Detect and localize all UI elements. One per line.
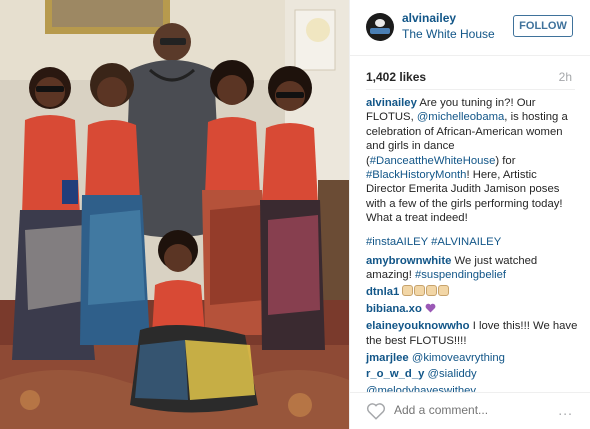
clapping-hands-icon <box>426 285 438 297</box>
hashtag-link[interactable]: #DanceattheWhiteHouse <box>370 155 496 167</box>
clapping-hands-icon <box>438 285 450 297</box>
comment-username[interactable]: dtnla1 <box>366 286 399 298</box>
clapping-hands-icon <box>414 285 426 297</box>
post-header: alvinailey The White House FOLLOW <box>350 0 590 56</box>
mention-link[interactable]: @sialiddy <box>428 368 477 380</box>
comment-username[interactable]: elaineyouknowwho <box>366 320 470 332</box>
instagram-post: alvinailey The White House FOLLOW 1,402 … <box>0 0 590 429</box>
hashtag-link[interactable]: #suspendingbelief <box>415 269 506 281</box>
comment: amybrownwhite We just watched amazing! #… <box>366 254 578 283</box>
clapping-hands-icon <box>402 285 414 297</box>
post-footer: ∙∙∙ <box>350 392 590 429</box>
mention-link[interactable]: @michelleobama <box>417 111 504 123</box>
follow-button[interactable]: FOLLOW <box>513 15 573 37</box>
comments-list: alvinailey Are you tuning in?! Our FLOTU… <box>366 96 578 401</box>
post-username[interactable]: alvinailey <box>402 11 456 25</box>
mention-link[interactable]: @kimoveavrything <box>412 352 505 364</box>
divider <box>366 89 575 90</box>
hashtags-line[interactable]: #instaAILEY #ALVINAILEY <box>366 235 578 249</box>
caption: alvinailey Are you tuning in?! Our FLOTU… <box>366 96 578 226</box>
caption-text: ) for <box>495 154 516 167</box>
purple-heart-icon <box>425 304 436 313</box>
comment: bibiana.xo <box>366 302 578 316</box>
comment-username[interactable]: amybrownwhite <box>366 255 451 267</box>
more-options-icon[interactable]: ∙∙∙ <box>558 405 573 421</box>
comment-username[interactable]: bibiana.xo <box>366 303 422 315</box>
comment-username[interactable]: r_o_w_d_y <box>366 368 424 380</box>
photo-illustration <box>0 0 349 429</box>
caption-username[interactable]: alvinailey <box>366 97 417 109</box>
likes-count[interactable]: 1,402 likes <box>366 70 426 84</box>
avatar[interactable] <box>366 13 394 41</box>
comment: elaineyouknowwho I love this!!! We have … <box>366 319 578 348</box>
comment: jmarjlee @kimoveavrything <box>366 351 578 365</box>
post-time[interactable]: 2h <box>559 70 572 84</box>
comment: r_o_w_d_y @sialiddy <box>366 367 578 381</box>
heart-icon[interactable] <box>366 402 386 420</box>
add-comment-input[interactable] <box>394 403 544 417</box>
post-location[interactable]: The White House <box>402 27 495 41</box>
post-info-panel: alvinailey The White House FOLLOW 1,402 … <box>349 0 590 429</box>
comment-username[interactable]: jmarjlee <box>366 352 409 364</box>
post-photo[interactable] <box>0 0 349 429</box>
avatar-bar <box>370 28 390 34</box>
avatar-figure <box>375 19 385 27</box>
comment: dtnla1 <box>366 285 578 299</box>
hashtag-link[interactable]: #BlackHistoryMonth <box>366 169 466 181</box>
